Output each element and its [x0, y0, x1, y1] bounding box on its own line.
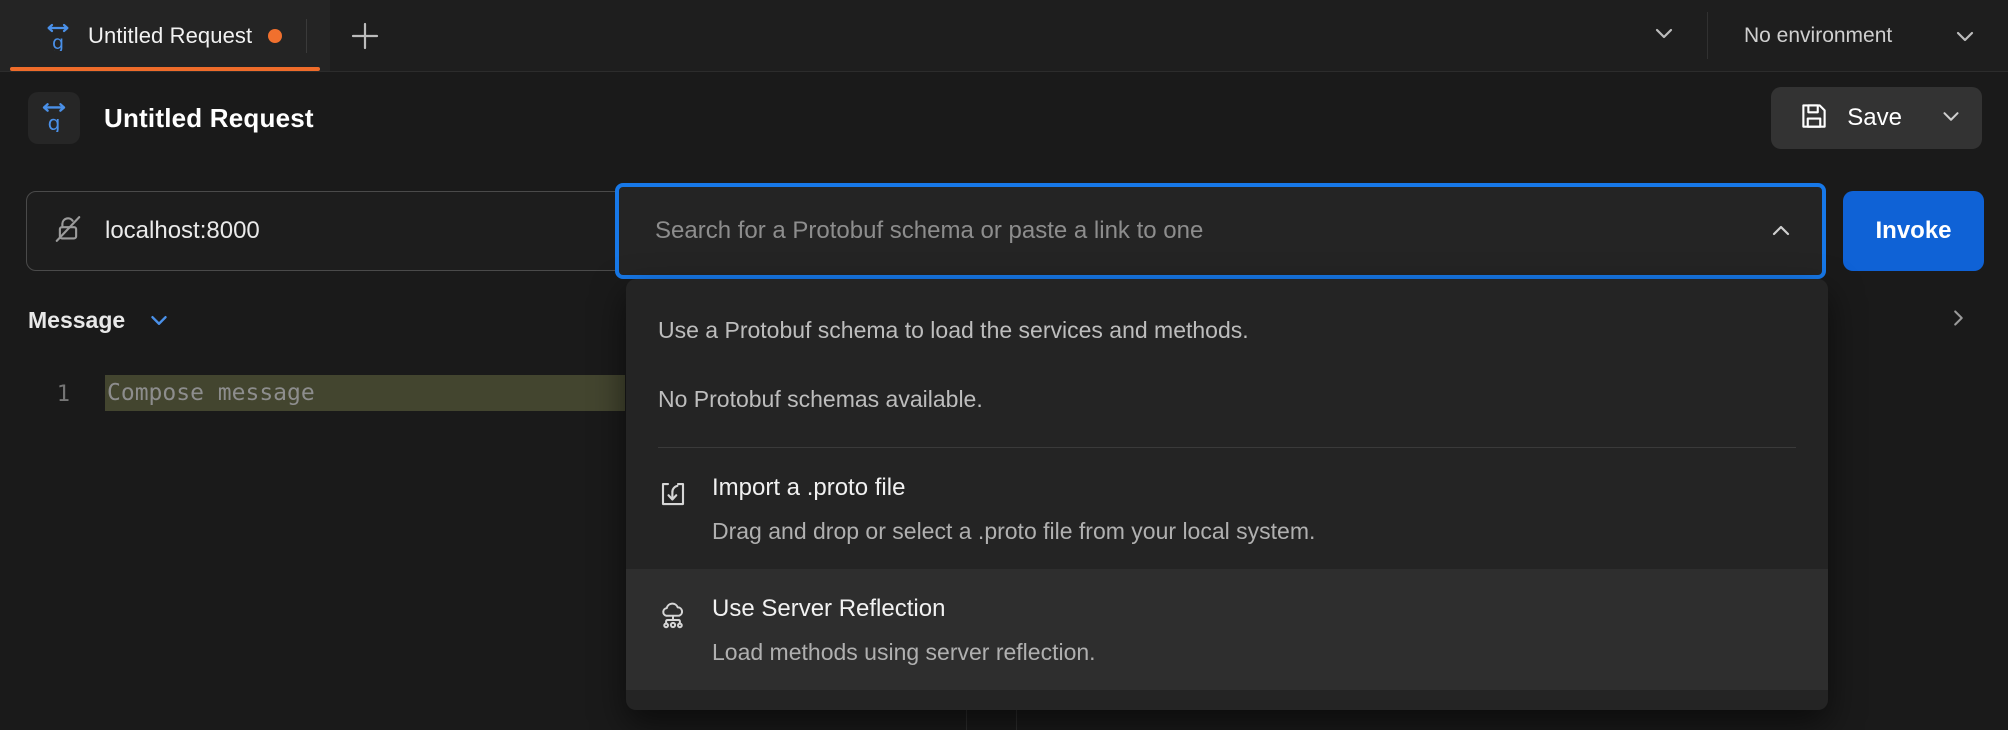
save-options-caret-button[interactable] — [1920, 87, 1982, 149]
unlocked-disabled-icon — [53, 214, 83, 249]
invoke-button-label: Invoke — [1875, 217, 1952, 244]
dropdown-option-title: Use Server Reflection — [712, 595, 946, 622]
editor-placeholder: Compose message — [107, 380, 315, 406]
request-tab-label: Untitled Request — [88, 22, 253, 48]
active-tab-indicator — [10, 67, 320, 71]
grpc-icon: g — [39, 100, 69, 137]
dropdown-option-title: Import a .proto file — [712, 474, 906, 501]
dropdown-option-body: Import a .proto file Drag and drop or se… — [712, 476, 1315, 543]
url-row: localhost:8000 Search for a Protobuf sch… — [0, 183, 2008, 279]
tab-bar: g Untitled Request No environment — [0, 0, 2008, 72]
chevron-down-icon[interactable] — [145, 306, 173, 334]
chevron-up-icon[interactable] — [1766, 216, 1796, 246]
cloud-network-icon — [658, 597, 688, 664]
expand-panel-button[interactable] — [1944, 304, 1982, 337]
chevron-right-icon — [1944, 304, 1972, 337]
editor-line-number: 1 — [56, 382, 70, 407]
environment-selector[interactable]: No environment — [1708, 0, 2008, 71]
schema-search-input[interactable]: Search for a Protobuf schema or paste a … — [615, 183, 1826, 279]
request-type-badge: g — [28, 92, 80, 144]
save-disk-icon — [1799, 101, 1829, 136]
dropdown-option-server-reflection[interactable]: Use Server Reflection Load methods using… — [626, 569, 1828, 690]
invoke-button[interactable]: Invoke — [1843, 191, 1984, 271]
request-header: g Untitled Request Save — [0, 73, 2008, 163]
dropdown-hint-text: Use a Protobuf schema to load the servic… — [658, 317, 1249, 343]
save-button[interactable]: Save — [1771, 87, 1982, 149]
save-button-label: Save — [1847, 104, 1902, 131]
tab-divider — [306, 18, 308, 53]
schema-dropdown-panel: Use a Protobuf schema to load the servic… — [626, 279, 1828, 710]
page-title: Untitled Request — [104, 102, 314, 133]
svg-text:g: g — [48, 110, 61, 131]
tab-list-dropdown-button[interactable] — [1621, 0, 1707, 71]
svg-text:g: g — [52, 32, 64, 51]
chevron-down-icon — [1937, 102, 1965, 135]
dropdown-option-import-proto[interactable]: Import a .proto file Drag and drop or se… — [626, 448, 1828, 569]
app-root: g Untitled Request No environment g Unti… — [0, 0, 2008, 730]
unsaved-dot-icon — [268, 28, 283, 43]
request-tab[interactable]: g Untitled Request — [0, 0, 330, 71]
grpc-icon: g — [44, 21, 72, 54]
dropdown-option-subtitle: Drag and drop or select a .proto file fr… — [712, 518, 1316, 544]
tab-bar-spacer — [400, 0, 1621, 71]
chevron-down-icon — [1649, 18, 1679, 53]
chevron-down-icon — [1950, 21, 1980, 51]
environment-label: No environment — [1744, 23, 1893, 47]
server-url-value: localhost:8000 — [105, 217, 260, 244]
new-tab-button[interactable] — [330, 0, 400, 71]
import-file-icon — [658, 476, 688, 543]
plus-icon — [348, 19, 382, 53]
dropdown-empty-state-text: No Protobuf schemas available. — [658, 386, 983, 412]
schema-search-placeholder: Search for a Protobuf schema or paste a … — [655, 217, 1204, 244]
dropdown-option-subtitle: Load methods using server reflection. — [712, 639, 1096, 665]
dropdown-info-section: Use a Protobuf schema to load the servic… — [626, 279, 1828, 411]
message-panel-label: Message — [28, 306, 126, 333]
dropdown-option-body: Use Server Reflection Load methods using… — [712, 597, 1096, 664]
